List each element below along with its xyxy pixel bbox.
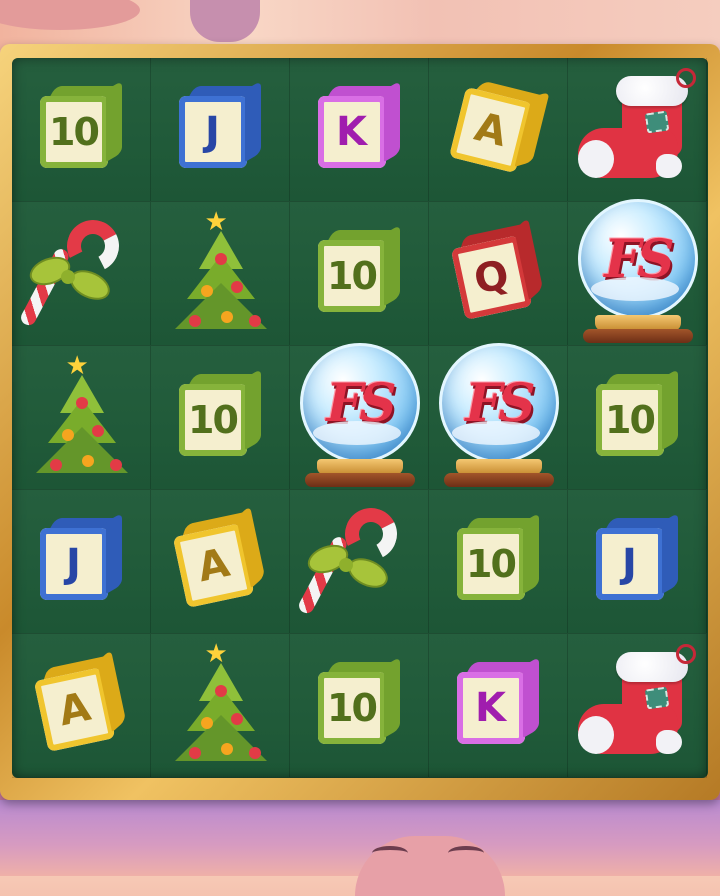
stocking-icon: [577, 68, 698, 192]
block-side: [383, 656, 400, 738]
background-character-eye: [448, 846, 484, 860]
symbol-q-block: Q: [429, 202, 568, 346]
symbol-j-block: J: [12, 490, 151, 634]
letter-block-icon: A: [170, 505, 270, 614]
symbol-stocking: [568, 634, 707, 778]
symbol-j-block: J: [568, 490, 707, 634]
star-icon: ★: [204, 207, 228, 237]
symbol-label: 10: [317, 240, 386, 312]
letter-block-icon: 10: [317, 224, 402, 318]
candy-cane-icon: [295, 501, 415, 622]
snow-globe-icon: FS: [573, 199, 703, 349]
globe-glass: FS: [438, 343, 559, 463]
snow-globe-icon: FS: [295, 343, 425, 493]
block-side: [522, 512, 539, 594]
globe-snow: [590, 277, 679, 301]
block-side: [383, 224, 400, 306]
letter-block-icon: 10: [595, 368, 680, 462]
globe-base: [582, 329, 693, 343]
symbol-k-block: K: [290, 58, 429, 202]
background-character-eye: [372, 846, 408, 860]
symbol-label: 10: [595, 384, 664, 456]
globe-glass: FS: [299, 343, 420, 463]
symbol-a-block: A: [12, 634, 151, 778]
globe-base: [443, 473, 554, 487]
symbol-candy-cane: [290, 490, 429, 634]
symbol-10-block: 10: [429, 490, 568, 634]
symbol-label: J: [178, 96, 247, 168]
christmas-tree-icon: ★: [171, 641, 271, 771]
block-side: [244, 80, 261, 162]
christmas-tree-icon: ★: [32, 353, 132, 483]
slot-board: 10 J K A ★ 10 Q FS ★ 10 FS FS 10 J A 10 J A ★ 10 K: [12, 58, 708, 778]
globe-base: [304, 473, 415, 487]
block-side: [661, 368, 678, 450]
christmas-tree-icon: ★: [171, 209, 271, 339]
block-side: [383, 80, 400, 162]
letter-block-icon: A: [447, 77, 550, 183]
symbol-10-block: 10: [568, 346, 707, 490]
letter-block-icon: K: [317, 80, 402, 174]
letter-block-icon: 10: [456, 512, 541, 606]
block-side: [244, 368, 261, 450]
star-icon: ★: [204, 639, 228, 669]
symbol-j-block: J: [151, 58, 290, 202]
symbol-a-block: A: [151, 490, 290, 634]
symbol-christmas-tree: ★: [151, 634, 290, 778]
snow-globe-icon: FS: [434, 343, 564, 493]
symbol-candy-cane: [12, 202, 151, 346]
symbol-label: J: [595, 528, 664, 600]
symbol-10-block: 10: [151, 346, 290, 490]
symbol-10-block: 10: [290, 634, 429, 778]
block-side: [661, 512, 678, 594]
globe-snow: [451, 421, 540, 445]
letter-block-icon: J: [595, 512, 680, 606]
letter-block-icon: A: [31, 649, 131, 758]
symbol-10-block: 10: [290, 202, 429, 346]
block-side: [105, 80, 122, 162]
star-icon: ★: [65, 351, 89, 381]
letter-block-icon: 10: [39, 80, 124, 174]
letter-block-icon: J: [39, 512, 124, 606]
symbol-label: K: [317, 96, 386, 168]
symbol-label: 10: [39, 96, 108, 168]
candy-cane-icon: [17, 213, 137, 334]
symbol-k-block: K: [429, 634, 568, 778]
symbol-label: 10: [178, 384, 247, 456]
symbol-label: K: [456, 672, 525, 744]
symbol-free-spins-scatter: FS: [290, 343, 429, 493]
reel-grid: 10 J K A ★ 10 Q FS ★ 10 FS FS 10 J A 10 J A ★ 10 K: [12, 58, 708, 778]
globe-snow: [312, 421, 401, 445]
symbol-a-block: A: [429, 58, 568, 202]
symbol-free-spins-scatter: FS: [429, 343, 568, 493]
letter-block-icon: K: [456, 656, 541, 750]
symbol-christmas-tree: ★: [151, 202, 290, 346]
block-side: [105, 512, 122, 594]
globe-glass: FS: [577, 199, 698, 319]
letter-block-icon: 10: [317, 656, 402, 750]
symbol-10-block: 10: [12, 58, 151, 202]
stocking-icon: [577, 644, 698, 768]
symbol-free-spins-scatter: FS: [568, 199, 707, 349]
symbol-label: J: [39, 528, 108, 600]
block-side: [522, 656, 539, 738]
letter-block-icon: J: [178, 80, 263, 174]
symbol-label: 10: [456, 528, 525, 600]
symbol-label: 10: [317, 672, 386, 744]
letter-block-icon: 10: [178, 368, 263, 462]
symbol-stocking: [568, 58, 707, 202]
symbol-christmas-tree: ★: [12, 346, 151, 490]
background-bottom: [0, 800, 720, 876]
letter-block-icon: Q: [448, 217, 548, 326]
